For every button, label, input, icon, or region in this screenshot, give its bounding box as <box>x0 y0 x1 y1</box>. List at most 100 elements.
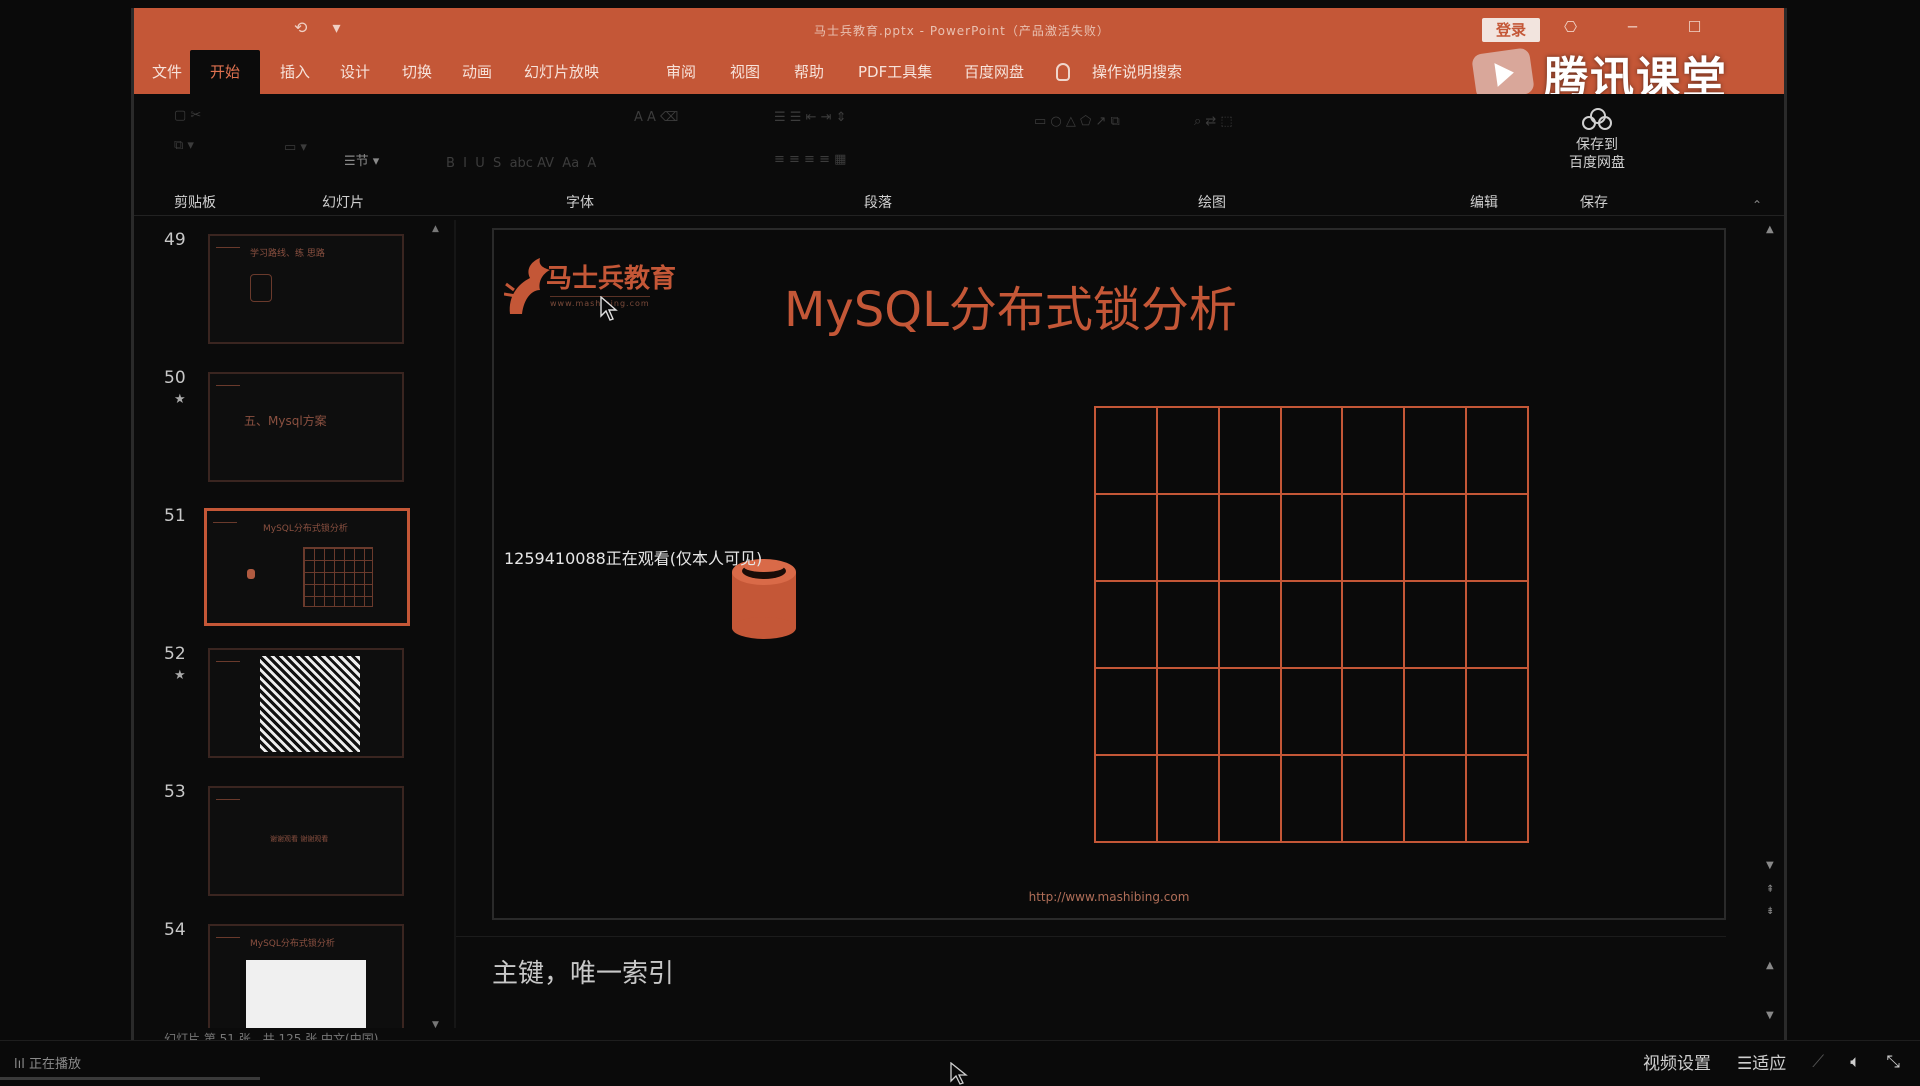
tab-pdf-tools[interactable]: PDF工具集 <box>858 50 932 94</box>
slide-number: 49 <box>164 230 186 250</box>
scroll-up-icon[interactable]: ▲ <box>1766 224 1774 235</box>
tab-slideshow[interactable]: 幻灯片放映 <box>524 50 599 94</box>
minimize-icon[interactable]: ─ <box>1628 18 1637 36</box>
thumbnails-scrollbar[interactable]: ▲ ▼ <box>430 220 442 1036</box>
copy-icon[interactable]: ⧉ ▾ <box>174 138 194 153</box>
notes-divider[interactable] <box>456 936 1726 937</box>
slide-number: 53 <box>164 782 186 802</box>
editing-buttons[interactable]: ⌕ ⇄ ⬚ <box>1194 114 1233 129</box>
animation-star-icon: ★ <box>174 668 186 683</box>
status-bar: 幻灯片 第 51 张，共 125 张 中文(中国) <box>134 1028 1784 1040</box>
slide-thumbnail-52[interactable] <box>208 648 404 758</box>
maximize-icon[interactable]: ☐ <box>1688 18 1701 36</box>
font-format-buttons[interactable]: B I U S abc AV Aa A <box>446 156 596 171</box>
tab-design[interactable]: 设计 <box>340 50 370 94</box>
pen-icon[interactable]: ⟋ <box>1812 1052 1824 1072</box>
fullscreen-icon[interactable]: ⤡ <box>1886 1052 1900 1072</box>
grid-row <box>1094 754 1529 843</box>
paragraph-buttons[interactable]: ☰ ☰ ⇤ ⇥ ⇕ <box>774 110 847 125</box>
scroll-up-icon[interactable]: ▲ <box>432 224 439 234</box>
speaker-notes[interactable]: 主键，唯一索引 <box>492 953 674 990</box>
mouse-cursor-icon <box>600 296 618 321</box>
grid-cell <box>1465 493 1529 582</box>
customize-qat-icon[interactable]: ▾ <box>333 18 341 37</box>
grid-cell <box>1403 493 1468 582</box>
tab-review[interactable]: 审阅 <box>666 50 696 94</box>
save-to-label: 保存到 <box>1576 137 1618 153</box>
next-slide-icon[interactable]: ⇟ <box>1766 906 1774 917</box>
slide-thumbnails-pane: 49 学习路线、练 思路 50 ★ 五、Mysql方案 51 MySQL分布式锁… <box>134 220 454 1036</box>
grid-cell <box>1217 667 1282 756</box>
tab-baidu-netdisk[interactable]: 百度网盘 <box>964 50 1024 94</box>
viewer-watermark-text: 1259410088正在观看(仅本人可见) <box>504 549 763 568</box>
slide-footer-url: http://www.mashibing.com <box>1028 890 1190 904</box>
ribbon-display-icon[interactable]: ⎔ <box>1564 18 1577 36</box>
tab-insert[interactable]: 插入 <box>280 50 310 94</box>
tell-me-search[interactable]: 操作说明搜索 <box>1092 50 1182 94</box>
tab-view[interactable]: 视图 <box>730 50 760 94</box>
tab-home[interactable]: 开始 <box>190 50 261 94</box>
paste-icon[interactable]: ▢ ✂ <box>174 108 201 123</box>
new-slide-icon[interactable]: ▭ ▾ <box>284 140 307 155</box>
grid-cell <box>1341 493 1406 582</box>
cloud-icon <box>1580 108 1614 132</box>
login-button[interactable]: 登录 <box>1482 18 1540 42</box>
notes-scroll-up-icon[interactable]: ▲ <box>1766 960 1774 971</box>
baidu-netdisk-label: 百度网盘 <box>1569 155 1625 171</box>
powerpoint-window: ⟲ ▾ 马士兵教育.pptx - PowerPoint（产品激活失败） 登录 ⎔… <box>131 8 1787 1040</box>
scroll-down-icon[interactable]: ▼ <box>1766 860 1774 871</box>
slide-thumbnail-53[interactable]: 谢谢观看 谢谢观看 <box>208 786 404 896</box>
grid-cell <box>1094 754 1158 843</box>
window-controls: ⎔ ─ ☐ <box>1564 18 1747 36</box>
grid-cell <box>1155 406 1220 495</box>
collapse-ribbon-icon[interactable]: ⌃ <box>1752 198 1762 212</box>
save-to-baidu-button[interactable]: 保存到 百度网盘 <box>1552 108 1642 172</box>
player-status: lıl 正在播放 <box>14 1057 81 1072</box>
thumbnail-caption: 五、Mysql方案 <box>244 414 327 428</box>
group-clipboard: 剪贴板 <box>174 195 216 211</box>
pane-divider[interactable] <box>454 220 456 1036</box>
video-settings-button[interactable]: 视频设置 <box>1643 1049 1711 1074</box>
previous-slide-icon[interactable]: ⇞ <box>1766 884 1774 895</box>
align-buttons[interactable]: ≡ ≡ ≡ ≡ ▦ <box>774 152 846 167</box>
grid-cell <box>1465 580 1529 669</box>
tab-file[interactable]: 文件 <box>152 50 182 94</box>
slide-thumbnail-50[interactable]: 五、Mysql方案 <box>208 372 404 482</box>
grid-row <box>1094 667 1529 756</box>
slide-thumbnail-51[interactable]: MySQL分布式锁分析 <box>204 508 410 626</box>
grid-cell <box>1465 406 1529 495</box>
grid-cell <box>1155 667 1220 756</box>
signal-icon: lıl <box>14 1057 29 1072</box>
font-size-buttons[interactable]: A A ⌫ <box>634 110 678 125</box>
grid-cell <box>1094 580 1158 669</box>
slide-title[interactable]: MySQL分布式锁分析 <box>784 270 1237 340</box>
grid-cell <box>1403 406 1468 495</box>
slide-thumbnail-49[interactable]: 学习路线、练 思路 <box>208 234 404 344</box>
group-save: 保存 <box>1580 195 1608 211</box>
tab-transitions[interactable]: 切换 <box>402 50 432 94</box>
notes-scroll-down-icon[interactable]: ▼ <box>1766 1010 1774 1021</box>
grid-cell <box>1279 754 1344 843</box>
section-button[interactable]: ☰节 ▾ <box>344 150 379 169</box>
undo-icon[interactable]: ⟲ <box>294 18 307 37</box>
tab-help[interactable]: 帮助 <box>794 50 824 94</box>
thumbnail-caption: 谢谢观看 谢谢观看 <box>270 835 329 843</box>
lightbulb-icon <box>1056 63 1070 81</box>
lock-grid-table[interactable] <box>1094 406 1529 843</box>
list-icon: ☰ <box>1737 1054 1753 1074</box>
grid-cell <box>1094 667 1158 756</box>
grid-row <box>1094 493 1529 582</box>
slide-number: 52 <box>164 644 186 664</box>
slide-number: 54 <box>164 920 186 940</box>
grid-cell <box>1341 667 1406 756</box>
volume-icon[interactable]: 🔈︎ <box>1850 1052 1860 1072</box>
tab-animations[interactable]: 动画 <box>462 50 492 94</box>
grid-row <box>1094 406 1529 495</box>
shapes-gallery[interactable]: ▭ ○ △ ⬠ ↗ ⧉ <box>1034 114 1120 129</box>
slide-canvas[interactable]: 马士兵教育 www.mashibing.com MySQL分布式锁分析 http… <box>492 228 1726 920</box>
document-title: 马士兵教育.pptx - PowerPoint（产品激活失败） <box>814 24 1110 38</box>
slide-thumbnail-54[interactable]: MySQL分布式锁分析 <box>208 924 404 1034</box>
fit-button[interactable]: ☰适应 <box>1737 1049 1786 1074</box>
thumbnail-caption: MySQL分布式锁分析 <box>263 524 348 534</box>
editor-scrollbar[interactable]: ▲ ▼ ⇞ ⇟ ▲ ▼ <box>1760 220 1784 1036</box>
